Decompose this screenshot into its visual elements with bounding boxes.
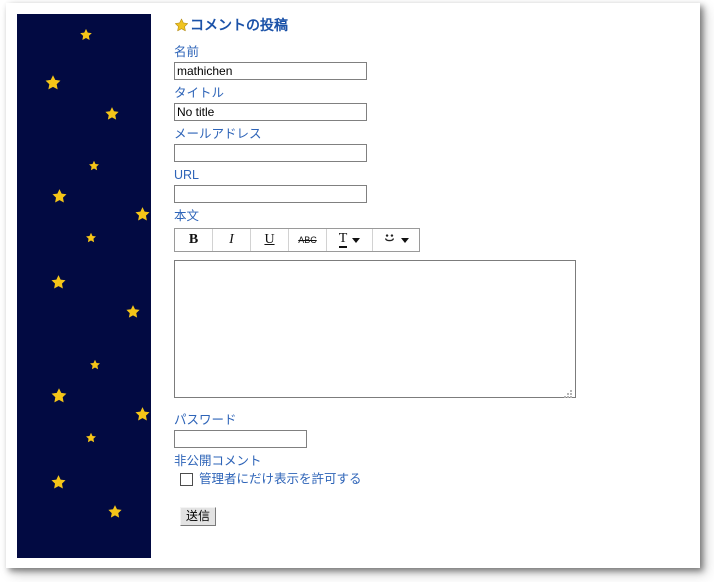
body-textarea-wrapper [174,260,576,404]
comment-post-form: コメントの投稿 名前 タイトル メールアドレス URL 本文 B I U A [174,17,694,526]
page-sheet: コメントの投稿 名前 タイトル メールアドレス URL 本文 B I U A [6,3,700,568]
body-textarea[interactable] [174,260,576,398]
email-field-label: メールアドレス [174,127,262,141]
title-input[interactable] [174,103,367,121]
strikethrough-button[interactable]: ABC [289,229,327,251]
underline-button[interactable]: U [251,229,289,251]
starry-sidebar-background [17,14,151,558]
star-icon [174,18,189,33]
submit-button[interactable]: 送信 [180,507,217,526]
private-comment-checkbox-label: 管理者にだけ表示を許可する [199,472,362,486]
email-input[interactable] [174,144,367,162]
password-input[interactable] [174,430,307,448]
url-input[interactable] [174,185,367,203]
italic-button[interactable]: I [213,229,251,251]
private-comment-row: 管理者にだけ表示を許可する [174,471,694,488]
italic-icon: I [229,232,234,247]
strikethrough-icon: ABC [298,234,317,245]
private-comment-label: 非公開コメント [174,454,262,468]
emoticon-icon [383,232,396,249]
password-field-label: パスワード [174,413,237,427]
name-input[interactable] [174,62,367,80]
emoticon-button[interactable] [373,229,419,251]
chevron-down-icon [401,237,409,243]
private-comment-checkbox[interactable] [180,473,193,486]
text-color-button[interactable]: T [327,229,373,251]
page-title-text: コメントの投稿 [190,17,288,33]
name-field-label: 名前 [174,45,200,59]
body-field-label: 本文 [174,209,200,223]
rich-text-toolbar: B I U ABC T [174,228,420,252]
url-field-label: URL [174,168,200,182]
underline-icon: U [264,232,275,247]
bold-button[interactable]: B [175,229,213,251]
page-title: コメントの投稿 [174,17,694,33]
text-color-icon: T [338,231,348,248]
title-field-label: タイトル [174,86,225,100]
chevron-down-icon [352,237,361,243]
bold-icon: B [188,232,199,247]
